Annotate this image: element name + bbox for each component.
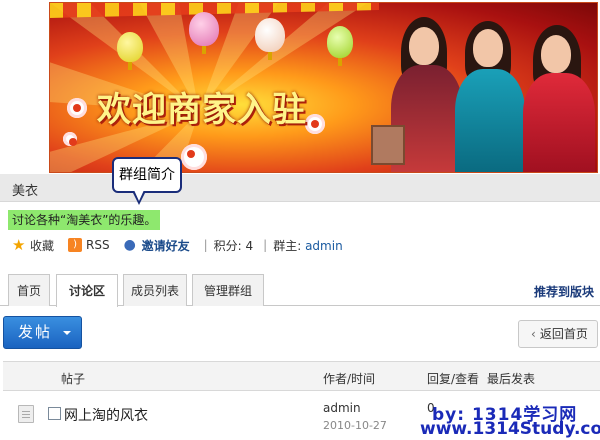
document-icon [18, 405, 34, 423]
thread-date: 2010-10-27 [323, 419, 387, 432]
invite-label: 邀请好友 [141, 238, 190, 253]
tab-members[interactable]: 成员列表 [123, 274, 187, 306]
user-icon: ● [123, 237, 136, 253]
new-post-button[interactable]: 发帖 [3, 316, 82, 349]
rss-label: RSS [86, 238, 110, 252]
column-header-last-post: 最后发表 [487, 372, 536, 386]
model-figure [515, 23, 597, 173]
callout-tail-inner [134, 190, 144, 201]
divider: | [263, 238, 268, 252]
group-banner: 欢迎商家入驻 [49, 2, 598, 173]
watermark-line2: www.1314Study.com [420, 419, 600, 439]
invite-friends-link[interactable]: ● 邀请好友 [124, 237, 190, 254]
rss-link[interactable]: ) RSS [68, 238, 110, 252]
favorite-link[interactable]: ★ 收藏 [12, 237, 54, 254]
thread-author[interactable]: admin [323, 401, 361, 415]
flower-icon [181, 144, 207, 170]
star-icon: ★ [12, 236, 26, 254]
flower-icon [63, 132, 77, 146]
chevron-down-icon [63, 331, 71, 335]
group-header: 美衣 [0, 174, 600, 202]
owner-link[interactable]: admin [305, 239, 343, 253]
new-post-label: 发帖 [18, 323, 53, 341]
flower-icon [67, 98, 87, 118]
favorite-label: 收藏 [30, 238, 55, 253]
lantern-icon [189, 12, 219, 54]
lantern-icon [117, 32, 143, 70]
back-home-button[interactable]: ‹ 返回首页 [518, 320, 598, 348]
group-owner: 群主: admin [273, 237, 342, 254]
rss-icon: ) [68, 238, 83, 252]
group-actions: ★ 收藏 ) RSS ● 邀请好友 | 积分: 4 | 群主: admin [12, 236, 353, 254]
column-header-author: 作者/时间 [323, 372, 376, 386]
tab-home[interactable]: 首页 [8, 274, 50, 306]
group-intro-callout: 群组简介 [112, 157, 182, 193]
lantern-icon [255, 18, 285, 60]
owner-label: 群主: [273, 238, 302, 253]
flower-icon [305, 114, 325, 134]
back-home-label: 返回首页 [539, 327, 588, 341]
thread-title[interactable]: 网上淘的风衣 [64, 405, 148, 425]
recommend-to-forum-link[interactable]: 推荐到版块 [534, 283, 594, 300]
column-header-replies: 回复/查看 [427, 372, 480, 386]
tab-discussion[interactable]: 讨论区 [56, 274, 118, 307]
lantern-icon [327, 26, 353, 66]
tab-manage-group[interactable]: 管理群组 [192, 274, 264, 306]
column-header-topic: 帖子 [61, 372, 86, 386]
group-points: 积分: 4 [213, 238, 254, 253]
divider: | [203, 238, 208, 252]
group-name: 美衣 [12, 184, 39, 199]
thread-checkbox[interactable] [48, 407, 61, 420]
chevron-left-icon: ‹ [531, 327, 536, 341]
group-description: 讨论各种“淘美衣”的乐趣。 [8, 210, 161, 230]
banner-headline: 欢迎商家入驻 [97, 90, 307, 130]
group-tabs: 首页 讨论区 成员列表 管理群组 推荐到版块 [0, 274, 600, 307]
thread-list-header: 帖子 作者/时间 回复/查看 最后发表 [3, 361, 600, 391]
